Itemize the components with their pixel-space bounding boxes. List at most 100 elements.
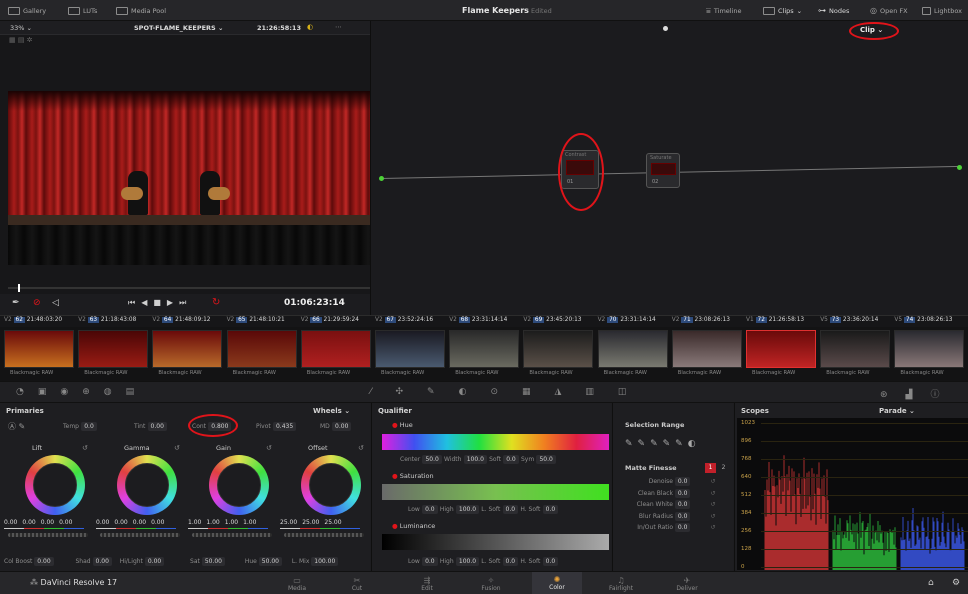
lmix-value[interactable]: 100.00 <box>311 557 339 566</box>
page-tab-cut[interactable]: ✂ Cut <box>332 576 382 592</box>
color-wheel-lift[interactable] <box>25 455 85 515</box>
lightbox-button[interactable]: Lightbox <box>922 4 962 17</box>
media-pool-button[interactable]: Media Pool <box>116 4 166 17</box>
clips-button[interactable]: Clips ⌄ <box>763 4 802 17</box>
wheel-value[interactable]: 0.00 <box>41 519 54 526</box>
page-tab-edit[interactable]: ⇶ Edit <box>402 576 452 592</box>
palette-icons-middle[interactable]: ⁄✣✎◐⊙▦◮▥◫ <box>370 387 650 397</box>
clip-thumbnail-70[interactable] <box>597 330 668 368</box>
lum-high-value[interactable]: 100.0 <box>455 557 480 566</box>
shad-value[interactable]: 0.00 <box>92 557 112 566</box>
mf-value[interactable]: 0.0 <box>674 477 691 486</box>
luminance-bar[interactable] <box>382 534 609 550</box>
wheel-value[interactable]: 0.00 <box>133 519 146 526</box>
lum-low-value[interactable]: 0.0 <box>422 557 438 566</box>
md-control[interactable]: MD 0.00 <box>320 422 352 431</box>
saturation-header[interactable]: ● Saturation <box>392 472 434 480</box>
temp-control[interactable]: Temp 0.0 <box>63 422 97 431</box>
wheel-value[interactable]: 1.00 <box>206 519 219 526</box>
mf-reset-icon[interactable]: ↺ <box>710 524 715 531</box>
scopes-mode-select[interactable]: Parade ⌄ <box>879 407 915 415</box>
wheel-value[interactable]: 0.00 <box>114 519 127 526</box>
wheel-reset-icon[interactable]: ↺ <box>82 444 88 452</box>
hue-adj-value[interactable]: 50.00 <box>258 557 282 566</box>
wheel-reset-icon[interactable]: ↺ <box>266 444 272 452</box>
color-wheel-offset[interactable] <box>301 455 361 515</box>
clip-thumbnail-67[interactable] <box>375 330 445 368</box>
wheel-value[interactable]: 25.00 <box>280 519 297 526</box>
sat-value[interactable]: 50.00 <box>201 557 225 566</box>
sym-value[interactable]: 50.0 <box>536 455 556 464</box>
color-wheel-gain[interactable] <box>209 455 269 515</box>
page-tab-fusion[interactable]: ✧ Fusion <box>466 576 516 592</box>
clip-thumbnail-72[interactable] <box>746 330 816 368</box>
matte-tab-2[interactable]: 2 <box>718 463 729 473</box>
gallery-button[interactable]: Gallery <box>8 4 46 17</box>
wheels-mode-select[interactable]: Wheels ⌄ <box>313 407 350 415</box>
luminance-header[interactable]: ● Luminance <box>392 522 435 530</box>
playback-controls[interactable]: ⏮◀■▶⏭ <box>128 298 192 308</box>
wheel-value[interactable]: 0.00 <box>4 519 17 526</box>
mf-value[interactable]: 0.0 <box>674 511 691 521</box>
pivot-value[interactable]: 0.435 <box>272 422 297 431</box>
clip-thumbnail-71[interactable] <box>671 330 742 368</box>
picker-tools[interactable]: ✎✎✎✎✎◐ <box>625 439 701 449</box>
wheel-bar-offset[interactable] <box>284 533 364 537</box>
playhead[interactable] <box>18 284 20 292</box>
home-icon[interactable]: ⌂ <box>928 578 934 588</box>
matte-tab-1[interactable]: 1 <box>705 463 716 473</box>
pen-tool-icon[interactable]: ✒ <box>12 298 20 308</box>
temp-value[interactable]: 0.0 <box>81 422 97 431</box>
sat-lsoft-value[interactable]: 0.0 <box>502 505 519 514</box>
lum-lsoft-value[interactable]: 0.0 <box>502 557 519 566</box>
mf-value[interactable]: 0.0 <box>674 500 691 509</box>
luts-button[interactable]: LUTs <box>68 4 97 17</box>
highlight-icon[interactable]: ◐ <box>307 23 313 31</box>
wheel-reset-icon[interactable]: ↺ <box>358 444 364 452</box>
colboost-value[interactable]: 0.00 <box>34 557 54 566</box>
wheel-value[interactable]: 0.00 <box>151 519 164 526</box>
mf-value[interactable]: 0.0 <box>674 523 691 532</box>
tint-value[interactable]: 0.00 <box>147 422 167 431</box>
wheel-bar-gain[interactable] <box>192 533 272 537</box>
mf-reset-icon[interactable]: ↺ <box>710 478 715 485</box>
clip-thumbnail-68[interactable] <box>449 330 520 368</box>
page-tab-color[interactable]: ✺ Color <box>532 572 582 594</box>
open-fx-button[interactable]: ◎ Open FX <box>870 4 908 17</box>
clip-thumbnail-66[interactable] <box>300 330 371 368</box>
hue-bar[interactable] <box>382 434 609 450</box>
wheel-value[interactable]: 1.00 <box>188 519 201 526</box>
soft-value[interactable]: 0.0 <box>503 455 519 464</box>
loop-icon[interactable]: ↻ <box>212 297 220 308</box>
sat-low-value[interactable]: 0.0 <box>422 505 438 514</box>
wheel-bar-lift[interactable] <box>8 533 88 537</box>
page-tab-media[interactable]: ▭ Media <box>272 576 322 592</box>
wheel-reset-icon[interactable]: ↺ <box>174 444 180 452</box>
clip-thumbnail-62[interactable] <box>4 330 74 368</box>
wheel-bar-gamma[interactable] <box>100 533 180 537</box>
page-tab-fairlight[interactable]: ♫ Fairlight <box>596 576 646 592</box>
wheel-value[interactable]: 1.00 <box>225 519 238 526</box>
auto-balance-icon[interactable]: Ⓐ ✎ <box>8 421 25 432</box>
zoom-select[interactable]: 33% ⌄ <box>10 24 32 32</box>
clip-name-select[interactable]: SPOT-FLAME_KEEPERS ⌄ <box>134 24 223 32</box>
saturation-bar[interactable] <box>382 484 609 500</box>
wheel-value[interactable]: 0.00 <box>22 519 35 526</box>
wheel-value[interactable]: 1.00 <box>243 519 256 526</box>
color-wheel-gamma[interactable] <box>117 455 177 515</box>
scrubber-track[interactable] <box>8 284 370 292</box>
clip-thumbnail-74[interactable] <box>894 330 965 368</box>
md-value[interactable]: 0.00 <box>332 422 352 431</box>
hilight-value[interactable]: 0.00 <box>144 557 165 566</box>
center-value[interactable]: 50.0 <box>422 455 442 464</box>
more-icon[interactable]: ⋯ <box>335 23 342 31</box>
tint-control[interactable]: Tint 0.00 <box>134 422 167 431</box>
mf-value[interactable]: 0.0 <box>674 488 691 498</box>
node-output[interactable] <box>957 165 962 170</box>
lum-hsoft-value[interactable]: 0.0 <box>542 557 559 566</box>
mf-reset-icon[interactable]: ↺ <box>710 501 715 508</box>
clip-thumbnail-69[interactable] <box>523 330 594 368</box>
sat-high-value[interactable]: 100.0 <box>455 505 480 514</box>
unmix-icon[interactable]: ⊘ <box>33 298 41 308</box>
timeline-button[interactable]: ⩸ Timeline <box>706 4 742 17</box>
